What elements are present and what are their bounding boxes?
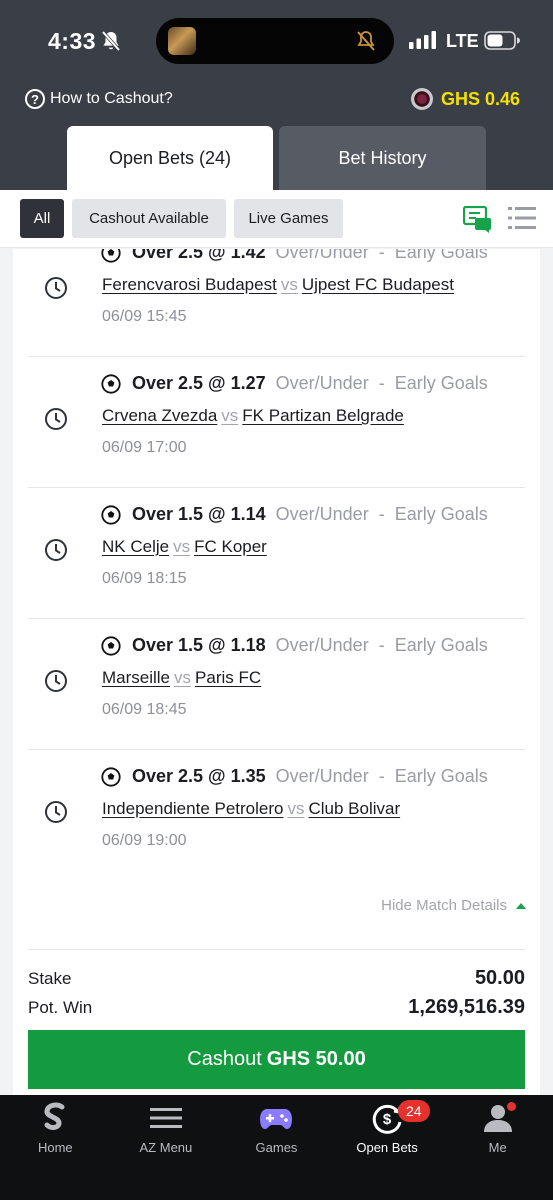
match-teams[interactable]: Independiente Petrolero vs Club Bolivar (102, 799, 400, 819)
selection-item[interactable]: Over 2.5 @ 1.35 Over/Under - Early Goals… (28, 750, 525, 881)
pot-win-value: 1,269,516.39 (408, 996, 525, 1018)
hide-match-details-label: Hide Match Details (381, 897, 507, 914)
match-datetime: 06/09 17:00 (102, 439, 187, 456)
nav-me-label: Me (488, 1140, 507, 1155)
soccer-ball-icon (101, 374, 121, 394)
selection-item[interactable]: Over 1.5 @ 1.18 Over/Under - Early Goals… (28, 619, 525, 750)
gamepad-icon (260, 1109, 293, 1129)
match-teams[interactable]: NK Celje vs FC Koper (102, 537, 267, 557)
open-bets-badge: 24 (397, 1100, 430, 1122)
clock-icon (45, 277, 67, 299)
selection-market: Over 1.5 @ 1.14 Over/Under - Early Goals (132, 504, 488, 524)
match-datetime: 06/09 18:45 (102, 701, 187, 718)
list-view-icon[interactable] (508, 206, 536, 230)
soccer-ball-icon (101, 767, 121, 787)
match-datetime: 06/09 18:15 (102, 570, 187, 587)
status-time: 4:33 (48, 28, 97, 54)
signal-icon (409, 31, 436, 49)
filter-all[interactable]: All (20, 199, 64, 238)
bet-card: Over 2.5 @ 1.42 Over/Under - Early Goals… (13, 249, 540, 1095)
cashout-button[interactable]: Cashout GHS 50.00 (28, 1030, 525, 1089)
cashout-amount: GHS 50.00 (266, 1048, 366, 1070)
match-teams[interactable]: Ferencvarosi Budapest vs Ujpest FC Budapes… (102, 275, 454, 295)
selection-item[interactable]: Over 2.5 @ 1.27 Over/Under - Early Goals… (28, 357, 525, 488)
soccer-ball-icon (101, 505, 121, 525)
match-datetime: 06/09 15:45 (102, 308, 187, 325)
menu-icon (149, 1108, 182, 1128)
stake-value: 50.00 (474, 967, 525, 989)
nav-az-menu-label: AZ Menu (139, 1140, 193, 1155)
how-to-cashout-label: How to Cashout? (50, 90, 173, 107)
nav-open-bets-label: Open Bets (356, 1140, 418, 1155)
filter-cashout-available[interactable]: Cashout Available (72, 199, 226, 238)
tab-open-bets[interactable]: Open Bets (24) (67, 126, 273, 190)
selection-market: Over 2.5 @ 1.35 Over/Under - Early Goals (132, 766, 488, 786)
dynamic-island (156, 18, 394, 64)
hide-match-details-toggle[interactable]: Hide Match Details (381, 897, 526, 914)
sportybet-logo-icon (44, 1102, 65, 1130)
nav-az-menu[interactable]: AZ Menu (111, 1095, 222, 1165)
network-type: LTE (446, 31, 479, 51)
tab-bet-history[interactable]: Bet History (279, 126, 486, 190)
balance-display[interactable]: GHS 0.46 (410, 88, 520, 110)
match-teams[interactable]: Marseille vs Paris FC (102, 668, 261, 688)
match-teams[interactable]: Crvena Zvezda vs FK Partizan Belgrade (102, 406, 404, 426)
help-icon: ? (25, 89, 45, 109)
clock-icon (45, 670, 67, 692)
cashout-label: Cashout (187, 1048, 262, 1070)
soccer-ball-icon (101, 249, 121, 263)
selection-market: Over 1.5 @ 1.18 Over/Under - Early Goals (132, 635, 488, 655)
stake-label: Stake (28, 969, 72, 988)
caret-up-icon (516, 902, 526, 909)
nav-games[interactable]: Games (221, 1095, 332, 1165)
selection-market: Over 2.5 @ 1.42 Over/Under - Early Goals (132, 249, 488, 262)
selection-item[interactable]: Over 2.5 @ 1.42 Over/Under - Early Goals… (28, 249, 525, 357)
svg-text:$: $ (383, 1111, 392, 1128)
bet-chat-icon[interactable] (463, 206, 493, 234)
nav-home[interactable]: Home (0, 1095, 111, 1165)
match-datetime: 06/09 19:00 (102, 832, 187, 849)
nav-open-bets[interactable]: $ 24 Open Bets (332, 1095, 443, 1165)
nav-home-label: Home (37, 1140, 73, 1155)
selection-market: Over 2.5 @ 1.27 Over/Under - Early Goals (132, 373, 488, 393)
mute-icon (357, 31, 375, 51)
battery-icon (484, 31, 520, 50)
clock-icon (45, 408, 67, 430)
filter-live-games[interactable]: Live Games (234, 199, 343, 238)
how-to-cashout-link[interactable]: ? How to Cashout? (25, 88, 173, 110)
notification-dot (507, 1102, 517, 1111)
now-playing-artwork (168, 27, 196, 55)
clock-icon (45, 801, 67, 823)
bets-header: ? How to Cashout? GHS 0.46 Open Bets (24… (0, 82, 553, 190)
nav-me[interactable]: Me (442, 1095, 553, 1165)
clock-icon (45, 539, 67, 561)
nav-games-label: Games (255, 1140, 298, 1155)
bell-muted-icon (101, 30, 121, 52)
balance-amount: GHS 0.46 (440, 88, 520, 109)
status-bar: 4:33 LTE (0, 0, 553, 82)
divider (28, 949, 525, 950)
coin-icon (410, 88, 433, 110)
soccer-ball-icon (101, 636, 121, 656)
bottom-navigation: Home AZ Menu Games $ 24 Open Bets Me (0, 1095, 553, 1200)
pot-win-label: Pot. Win (28, 998, 93, 1017)
selection-item[interactable]: Over 1.5 @ 1.14 Over/Under - Early Goals… (28, 488, 525, 619)
